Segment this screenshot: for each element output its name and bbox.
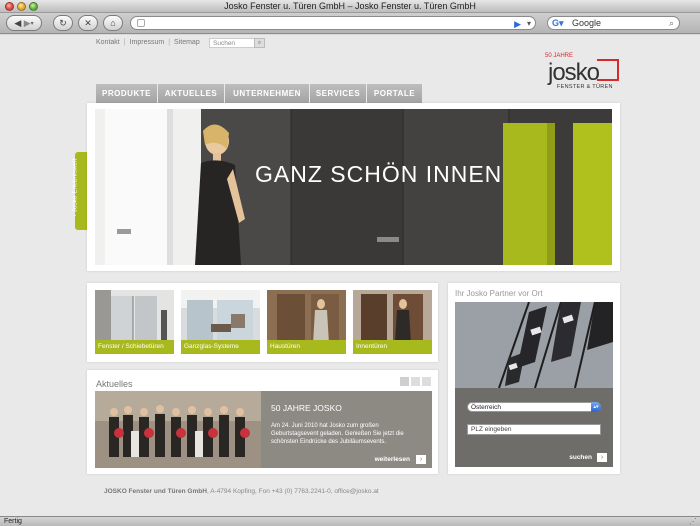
status-text: Fertig — [4, 518, 22, 525]
news-body: Am 24. Juni 2010 hat Josko zum großen Ge… — [271, 423, 404, 445]
page-footer: JOSKO Fenster und Türen GmbH, A-4794 Kop… — [104, 488, 379, 495]
page-icon — [137, 19, 145, 27]
forward-arrow-icon[interactable]: ▶ — [24, 18, 31, 29]
reload-button[interactable]: ↻ — [53, 15, 73, 31]
browser-toolbar: ◀ ▶ ▾ ↻ ✕ ⌂ ▶ ▾ G▾ Google ⌕ — [0, 13, 700, 34]
resize-grip-icon[interactable]: ⋰ — [689, 517, 697, 526]
browser-statusbar: Fertig ⋰ — [0, 516, 700, 526]
partner-finder: Ihr Josko Partner vor Ort Österreich ▴▾ — [448, 283, 620, 474]
news-section: Aktuelles 50 JAHRE JOSKO Am 24. Juni 201… — [87, 370, 438, 474]
news-pager-dot-2[interactable] — [411, 377, 420, 386]
address-bar[interactable]: ▶ ▾ — [130, 16, 536, 30]
news-photo — [95, 391, 261, 468]
nav-portale[interactable]: PORTALE — [367, 84, 422, 103]
hero-image[interactable]: GANZ SCHÖN INNEN — [95, 109, 612, 265]
footer-address: , A-4794 Kopfing, Fon +43 (0) 7763.2241-… — [206, 488, 379, 495]
magnifier-icon: ⌕ — [257, 40, 262, 46]
country-select[interactable]: Österreich ▴▾ — [467, 402, 601, 412]
separator: | — [168, 39, 171, 46]
category-label: Ganzglas-Systeme — [181, 340, 260, 354]
magnifier-icon[interactable]: ⌕ — [669, 18, 674, 29]
impressum-link[interactable]: Impressum — [130, 39, 165, 46]
back-arrow-icon[interactable]: ◀ — [14, 18, 21, 29]
chevron-down-icon[interactable]: ▾ — [527, 19, 531, 28]
category-label: Haustüren — [267, 340, 346, 354]
main-nav: PRODUKTE AKTUELLES UNTERNEHMEN SERVICES … — [96, 84, 422, 103]
google-icon: G▾ — [552, 18, 564, 28]
utility-nav: Kontakt | Impressum | Sitemap — [96, 39, 200, 46]
logo-bracket-icon — [597, 59, 619, 81]
web-page: Kontakt | Impressum | Sitemap Suchen ⌕ 5… — [0, 35, 700, 516]
nav-aktuelles[interactable]: AKTUELLES — [158, 84, 224, 103]
erlebniswelt-label: › Josko Erlebniswelt — [71, 158, 79, 217]
category-fenster[interactable]: Fenster / Schiebetüren — [95, 290, 174, 354]
back-forward-button[interactable]: ◀ ▶ ▾ — [6, 15, 42, 31]
nav-produkte[interactable]: PRODUKTE — [96, 84, 157, 103]
category-label: Innentüren — [353, 340, 432, 354]
logo-subtitle: FENSTER & TÜREN — [557, 84, 613, 90]
news-headline: 50 JAHRE JOSKO — [271, 403, 342, 413]
stop-button[interactable]: ✕ — [78, 15, 98, 31]
news-pager-dot-3[interactable] — [422, 377, 431, 386]
category-innentueren[interactable]: Innentüren — [353, 290, 432, 354]
partner-flags-image — [455, 302, 613, 388]
news-pager-dot-1[interactable] — [400, 377, 409, 386]
partner-box: Österreich ▴▾ PLZ eingeben suchen › — [455, 302, 613, 467]
category-label: Fenster / Schiebetüren — [95, 340, 174, 354]
nav-services[interactable]: SERVICES — [310, 84, 366, 103]
category-ganzglas[interactable]: Ganzglas-Systeme — [181, 290, 260, 354]
footer-company: JOSKO Fenster und Türen GmbH — [104, 488, 207, 495]
browser-search-input[interactable]: G▾ Google ⌕ — [547, 16, 680, 30]
category-haustueren[interactable]: Haustüren — [267, 290, 346, 354]
go-arrow-icon[interactable]: ▶ — [514, 19, 521, 30]
partner-search-button[interactable]: suchen — [569, 454, 592, 461]
product-categories: Fenster / Schiebetüren Ganzglas-Systeme … — [87, 283, 438, 362]
separator: | — [123, 39, 126, 46]
erlebniswelt-tab[interactable]: › Josko Erlebniswelt — [71, 152, 87, 230]
reload-icon: ↻ — [59, 17, 67, 28]
hero-banner: GANZ SCHÖN INNEN — [87, 103, 620, 271]
news-teaser[interactable]: 50 JAHRE JOSKO Am 24. Juni 2010 hat Josk… — [95, 391, 432, 468]
nav-unternehmen[interactable]: UNTERNEHMEN — [225, 84, 309, 103]
plz-input[interactable]: PLZ eingeben — [467, 424, 601, 435]
chevron-down-icon[interactable]: ▴▾ — [591, 402, 601, 412]
browser-search-placeholder: Google — [572, 18, 602, 28]
site-search-button[interactable]: ⌕ — [254, 38, 265, 48]
arrow-right-icon[interactable]: › — [597, 453, 607, 462]
sitemap-link[interactable]: Sitemap — [174, 39, 200, 46]
arrow-right-icon[interactable]: › — [416, 455, 426, 464]
country-select-value: Österreich — [471, 404, 501, 411]
logo-word: josko — [548, 59, 600, 86]
window-titlebar: Josko Fenster u. Türen GmbH – Josko Fens… — [0, 0, 700, 13]
stop-icon: ✕ — [84, 17, 92, 28]
read-more-link[interactable]: weiterlesen — [375, 456, 410, 463]
kontakt-link[interactable]: Kontakt — [96, 39, 120, 46]
home-button[interactable]: ⌂ — [103, 15, 123, 31]
window-title: Josko Fenster u. Türen GmbH – Josko Fens… — [224, 1, 476, 11]
josko-logo[interactable]: 50 JAHRE josko FENSTER & TÜREN — [545, 53, 621, 93]
news-section-title: Aktuelles — [96, 379, 133, 389]
partner-title: Ihr Josko Partner vor Ort — [455, 289, 543, 298]
hero-headline: GANZ SCHÖN INNEN — [255, 161, 503, 187]
home-icon: ⌂ — [110, 18, 116, 28]
